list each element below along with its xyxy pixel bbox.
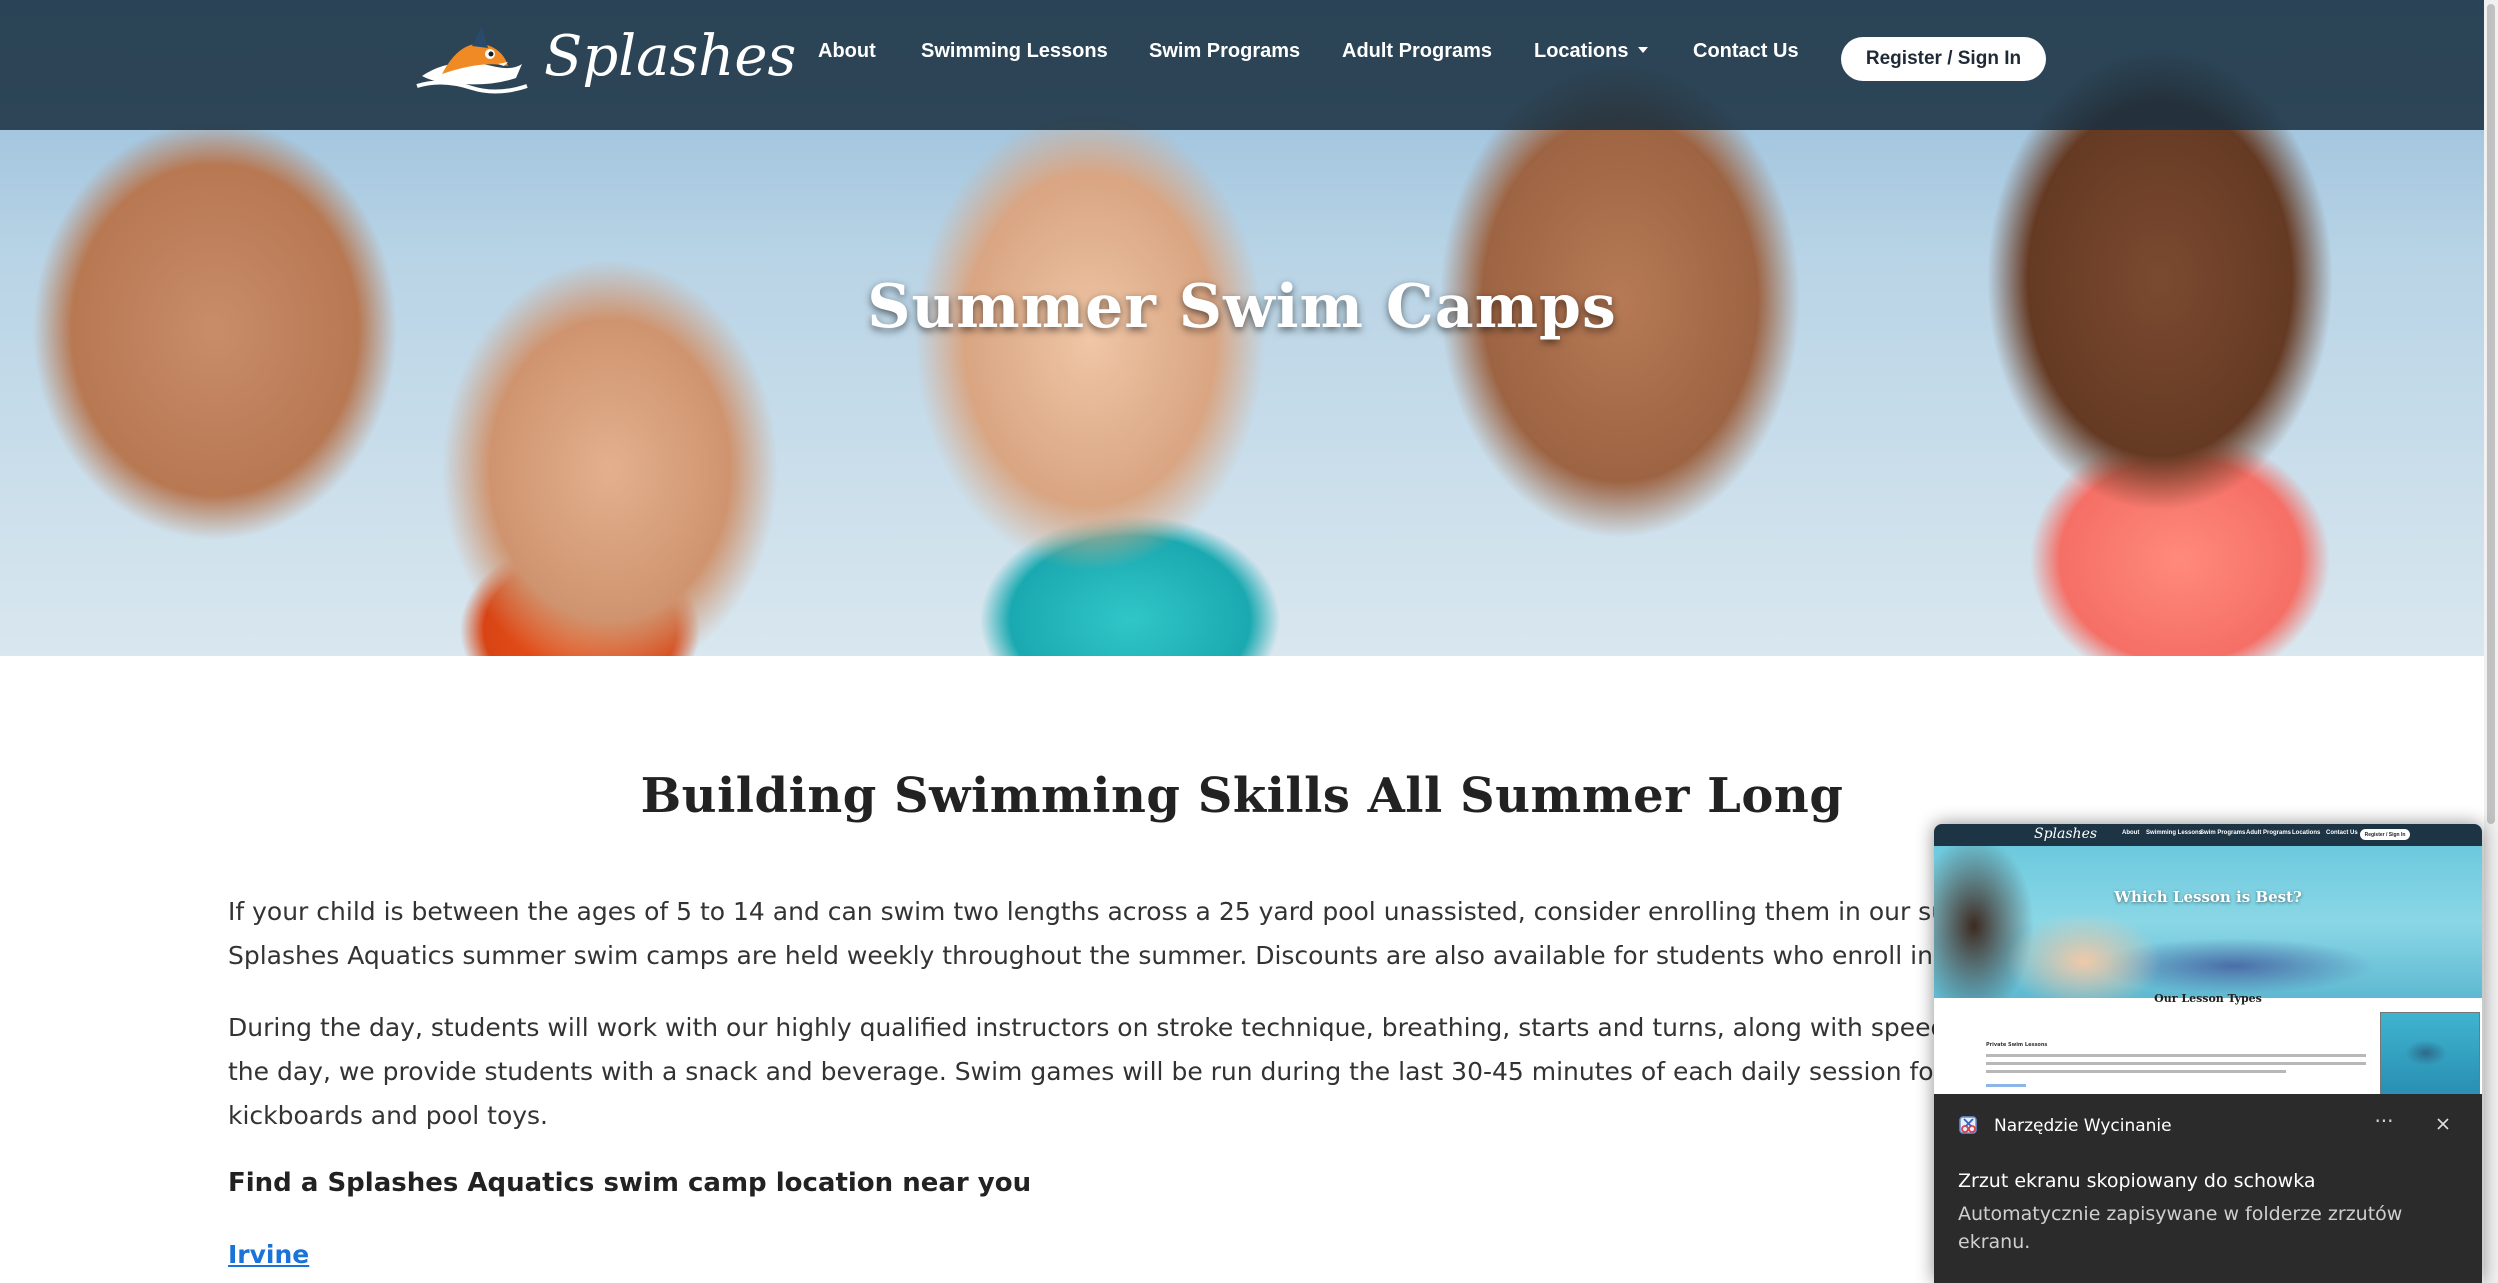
thumbnail-nav-item: Swim Programs [2200, 830, 2246, 836]
thumbnail-nav-item: About [2122, 830, 2140, 836]
nav-swimming-lessons[interactable]: Swimming Lessons [921, 40, 1108, 63]
thumbnail-text-line [1986, 1070, 2286, 1073]
shark-mascot-icon [416, 26, 528, 94]
notification-app-name: Narzędzie Wycinanie [1994, 1116, 2172, 1136]
screenshot-thumbnail[interactable]: Splashes About Swimming Lessons Swim Pro… [1934, 824, 2482, 1094]
snipping-tool-notification[interactable]: Splashes About Swimming Lessons Swim Pro… [1934, 824, 2482, 1283]
close-icon [2437, 1118, 2449, 1130]
notification-body: Narzędzie Wycinanie ··· Zrzut ekranu sko… [1934, 1094, 2482, 1283]
site-logo[interactable]: Splashes [412, 16, 796, 102]
nav-contact-us[interactable]: Contact Us [1693, 40, 1799, 63]
locations-subheading: Find a Splashes Aquatics swim camp locat… [228, 1168, 1032, 1198]
thumbnail-text-line [1986, 1062, 2366, 1065]
thumbnail-text-line [1986, 1054, 2366, 1057]
thumbnail-subheading: Private Swim Lessons [1986, 1042, 2048, 1048]
notification-title: Zrzut ekranu skopiowany do schowka [1958, 1170, 2316, 1192]
thumbnail-link-line [1986, 1084, 2026, 1087]
scrollbar-thumb[interactable] [2487, 4, 2495, 824]
page-scrollbar[interactable] [2484, 0, 2498, 1283]
section-heading: Building Swimming Skills All Summer Long [640, 768, 1844, 824]
nav-locations[interactable]: Locations [1534, 40, 1649, 63]
register-sign-in-button[interactable]: Register / Sign In [1841, 37, 2046, 81]
thumbnail-hero-title: Which Lesson is Best? [2114, 888, 2302, 906]
logo-text: Splashes [544, 24, 797, 89]
notification-description: Automatycznie zapisywane w folderze zrzu… [1958, 1203, 2403, 1253]
thumbnail-nav-item: Locations [2292, 830, 2321, 836]
nav-about[interactable]: About [818, 40, 876, 63]
location-link-irvine[interactable]: Irvine [228, 1240, 309, 1269]
thumbnail-register-button: Register / Sign In [2360, 829, 2410, 840]
thumbnail-logo: Splashes [2034, 826, 2098, 842]
thumbnail-nav-item: Swimming Lessons [2146, 830, 2203, 836]
hero-title: Summer Swim Camps [867, 272, 1617, 342]
nav-swim-programs[interactable]: Swim Programs [1149, 40, 1300, 63]
top-navbar: Splashes About Swimming Lessons Swim Pro… [0, 0, 2484, 130]
chevron-down-icon [1638, 46, 1649, 53]
nav-adult-programs[interactable]: Adult Programs [1342, 40, 1492, 63]
thumbnail-hero: Which Lesson is Best? [1934, 846, 2482, 998]
thumbnail-nav-item: Contact Us [2326, 830, 2358, 836]
more-options-button[interactable]: ··· [2366, 1108, 2402, 1140]
close-notification-button[interactable] [2426, 1108, 2460, 1140]
thumbnail-heading: Our Lesson Types [2154, 992, 2262, 1005]
thumbnail-navbar: Splashes About Swimming Lessons Swim Pro… [1934, 824, 2482, 846]
thumbnail-nav-item: Adult Programs [2246, 830, 2292, 836]
nav-locations-label: Locations [1534, 40, 1629, 62]
snipping-tool-icon [1959, 1116, 1977, 1134]
thumbnail-preview-image [2380, 1012, 2480, 1094]
